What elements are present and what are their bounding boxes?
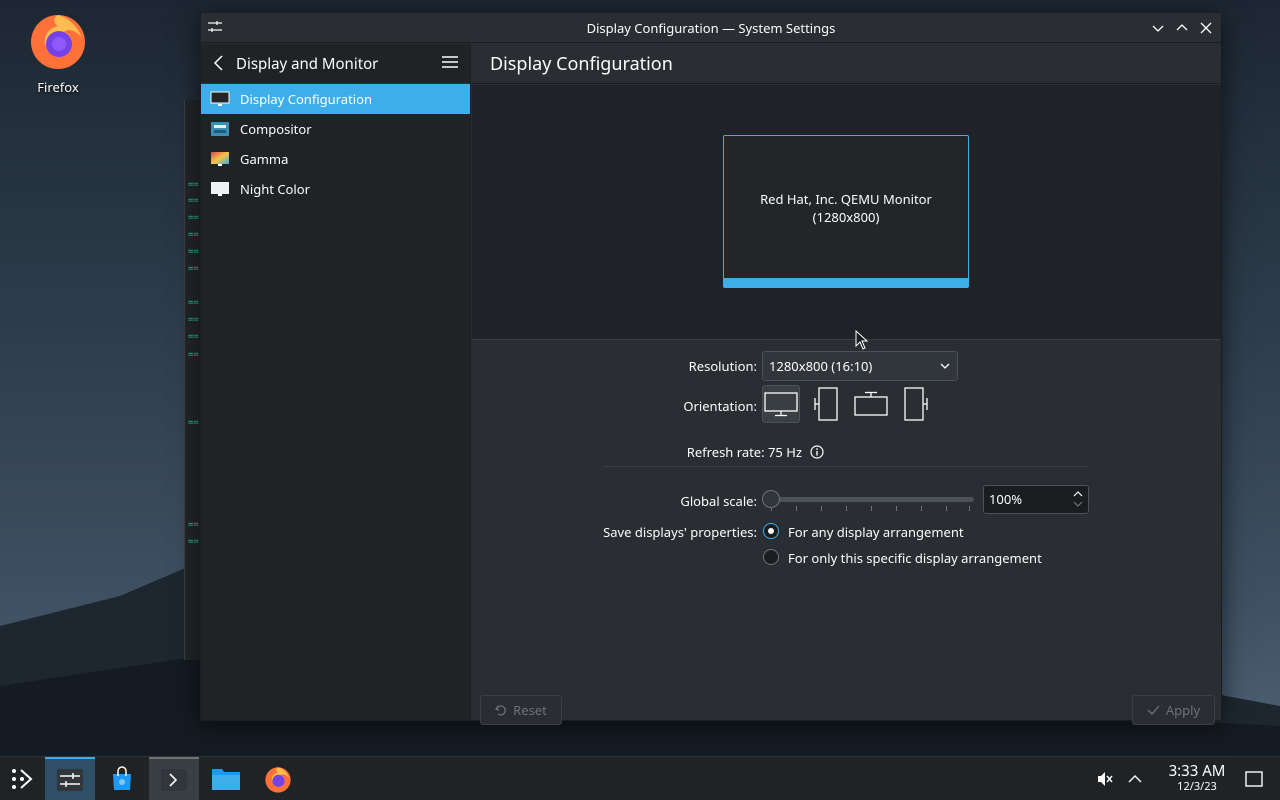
taskbar-system-settings[interactable] [45,757,95,800]
digital-clock[interactable]: 3:33 AM 12/3/23 [1164,761,1230,794]
firefox-icon [31,15,85,69]
compositor-icon [211,122,229,136]
radio-specific-arrangement-label[interactable]: For only this specific display arrangeme… [788,549,1042,567]
orientation-portrait-right-button[interactable] [897,385,935,423]
save-properties-label: Save displays' properties: [603,523,757,541]
close-button[interactable] [1195,17,1217,39]
sidebar-item-gamma[interactable]: Gamma [201,144,470,174]
hamburger-icon [442,56,458,68]
sidebar-item-compositor[interactable]: Compositor [201,114,470,144]
separator [603,466,1089,467]
taskbar-discover[interactable] [97,757,147,800]
window-title: Display Configuration — System Settings [586,18,836,37]
clock-time: 3:33 AM [1168,761,1226,781]
sidebar: Display and Monitor Display Configuratio… [201,44,471,720]
info-icon[interactable] [810,445,824,459]
display-arrangement-area: Red Hat, Inc. QEMU Monitor (1280x800) [472,85,1221,340]
monitor-output-box[interactable]: Red Hat, Inc. QEMU Monitor (1280x800) [723,135,969,288]
checkmark-icon [1147,705,1160,715]
folder-icon [212,769,240,790]
sidebar-item-label: Night Color [240,180,311,198]
night-color-icon [211,182,229,196]
radio-specific-arrangement[interactable] [763,549,779,565]
firefox-icon [265,767,291,793]
resolution-value: 1280x800 (16:10) [769,357,873,375]
shopping-bag-icon [113,766,131,790]
maximize-button[interactable] [1171,17,1193,39]
show-desktop-icon [1245,771,1263,787]
apply-button[interactable]: Apply [1132,695,1215,725]
sidebar-header: Display and Monitor [201,44,470,84]
global-scale-value: 100% [989,490,1023,508]
chevron-down-icon [940,363,950,369]
sidebar-item-label: Compositor [240,120,312,138]
monitor-name: Red Hat, Inc. QEMU Monitor [760,190,932,208]
mouse-cursor-icon [855,330,869,350]
speaker-muted-icon [1098,772,1113,786]
system-settings-window: Display Configuration — System Settings … [200,12,1222,725]
radio-any-arrangement-label[interactable]: For any display arrangement [788,523,964,541]
global-scale-slider-track[interactable] [762,497,974,502]
sidebar-item-label: Gamma [240,150,289,168]
taskbar: 3:33 AM 12/3/23 [0,756,1280,800]
back-button[interactable] [211,54,227,76]
terminal-icon [161,769,187,791]
refresh-rate-text: Refresh rate: 75 Hz [686,443,802,461]
global-scale-spinbox[interactable]: 100% [983,485,1089,514]
orientation-landscape-button[interactable] [762,385,800,423]
global-scale-slider-handle[interactable] [762,490,780,508]
taskbar-firefox[interactable] [253,757,303,800]
undo-icon [495,705,506,716]
monitor-primary-bar [724,278,968,287]
slider-ticks [771,506,971,512]
hamburger-menu-button[interactable] [442,55,458,73]
global-scale-label: Global scale: [680,492,757,510]
desktop-icon-label: Firefox [37,78,79,96]
clock-date: 12/3/23 [1177,779,1217,794]
sidebar-item-label: Display Configuration [240,90,373,108]
close-icon [1200,22,1212,34]
inverted-monitor-icon [854,391,888,416]
system-tray-expand-button[interactable] [1120,757,1150,800]
resolution-dropdown[interactable]: 1280x800 (16:10) [762,351,958,381]
application-launcher-button[interactable] [0,757,44,800]
resolution-label: Resolution: [688,357,757,375]
desktop-firefox-shortcut[interactable]: Firefox [22,8,94,96]
landscape-monitor-icon [764,392,798,417]
monitor-icon [210,91,230,106]
taskbar-terminal[interactable] [149,757,199,800]
portrait-left-monitor-icon [814,387,838,421]
main-panel: Display Configuration Red Hat, Inc. QEMU… [472,44,1221,725]
chevron-left-icon [213,55,223,71]
settings-app-icon [57,769,83,791]
main-header: Display Configuration [472,44,1221,84]
radio-any-arrangement[interactable] [763,523,779,539]
page-title: Display Configuration [490,52,673,76]
gamma-icon [211,152,229,166]
spinbox-arrows-icon[interactable] [1072,488,1084,510]
chevron-up-icon [1176,24,1188,31]
chevron-down-icon [1152,25,1164,32]
minimize-button[interactable] [1147,17,1169,39]
sidebar-item-display-configuration[interactable]: Display Configuration [201,84,470,114]
orientation-portrait-left-button[interactable] [807,385,845,423]
show-desktop-button[interactable] [1234,757,1274,800]
launcher-icon [12,769,33,789]
sidebar-title: Display and Monitor [236,54,379,74]
chevron-up-icon [1128,775,1142,783]
taskbar-file-manager[interactable] [201,757,251,800]
orientation-upside-down-button[interactable] [852,385,890,423]
settings-app-icon[interactable] [207,19,223,39]
sidebar-item-night-color[interactable]: Night Color [201,174,470,204]
orientation-label: Orientation: [683,397,757,415]
reset-button[interactable]: Reset [480,695,562,725]
monitor-resolution: (1280x800) [812,208,880,226]
window-titlebar[interactable]: Display Configuration — System Settings [201,13,1221,43]
portrait-right-monitor-icon [904,387,928,421]
